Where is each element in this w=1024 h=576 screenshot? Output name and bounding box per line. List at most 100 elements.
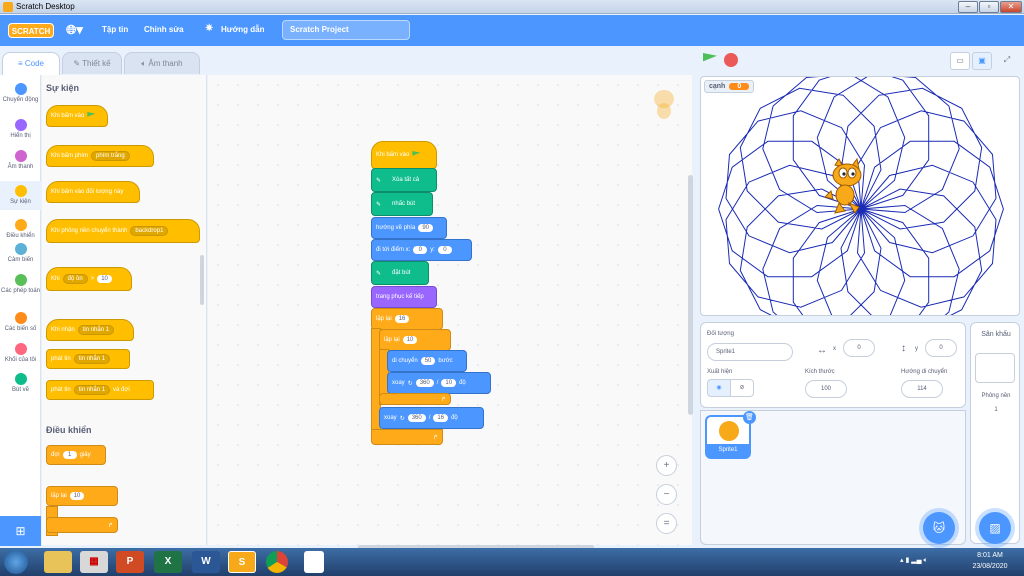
size-input[interactable]: 100 xyxy=(805,380,847,398)
script-pen-down[interactable]: ✎ đặt bút xyxy=(371,261,429,285)
loop-arrow-icon: ↱ xyxy=(440,396,446,403)
y-input[interactable]: 0 xyxy=(925,339,957,357)
script-repeat-inner[interactable]: lặp lại 10 xyxy=(379,329,451,351)
block-wait[interactable]: đợi 1 giây xyxy=(46,445,106,465)
file-explorer-icon[interactable] xyxy=(44,551,72,573)
category-events[interactable]: Sự kiện xyxy=(0,181,41,210)
add-extension-button[interactable]: ⊞ xyxy=(0,516,41,546)
zoom-reset-button[interactable]: = xyxy=(656,513,677,534)
menu-edit[interactable]: Chỉnh sửa xyxy=(144,25,184,34)
category-control[interactable]: Điều khiển xyxy=(0,219,41,240)
loop-arrow-icon: ↱ xyxy=(432,434,438,441)
sprite-name-input[interactable]: Sprite1 xyxy=(707,343,793,361)
block-palette: Sự kiện Khi bấm vào Khi bấm phím phím trắ… xyxy=(42,75,207,545)
rotate-right-icon: ↻ xyxy=(407,380,413,387)
block-repeat-foot: ↱ xyxy=(46,517,118,533)
stage-panel-title: Sân khấu xyxy=(981,331,1011,338)
clock-date[interactable]: 23/08/2020 xyxy=(962,563,1018,570)
sprite-label: Đối tượng xyxy=(707,331,734,337)
scratch-taskbar-icon[interactable]: S xyxy=(228,551,256,573)
paint-icon[interactable]: ▦ xyxy=(80,551,108,573)
block-when-sprite-clicked[interactable]: Khi bấm vào đối tượng này xyxy=(46,181,140,203)
control-heading: Điều khiển xyxy=(46,425,92,435)
clock-time[interactable]: 8:01 AM xyxy=(962,552,1018,559)
normal-stage-button[interactable]: ▣ xyxy=(972,52,992,70)
script-turn-right-inner[interactable]: xoay ↻ 360/10 độ xyxy=(387,372,491,394)
script-pen-clear[interactable]: ✎ Xóa tất cả xyxy=(371,168,437,192)
zoom-out-button[interactable]: − xyxy=(656,484,677,505)
code-icon: ≡ xyxy=(17,59,25,68)
block-repeat[interactable]: lặp lại 10 xyxy=(46,486,118,506)
tab-costumes[interactable]: ✎ Thiết kế xyxy=(62,52,122,74)
menu-tutorials[interactable]: Hướng dẫn xyxy=(221,25,264,34)
script-pen-up[interactable]: ✎ nhấc bút xyxy=(371,192,433,216)
script-go-to-xy[interactable]: đi tới điểm x: 0 y: 0 xyxy=(371,239,472,261)
tab-sounds[interactable]: 🔈︎ Âm thanh xyxy=(124,52,200,74)
script-turn-right-outer[interactable]: xoay ↻ 360/16 độ xyxy=(379,407,484,429)
block-broadcast[interactable]: phát tin tin nhắn 1 xyxy=(46,349,130,369)
events-heading: Sự kiện xyxy=(46,83,80,93)
start-button[interactable] xyxy=(4,550,28,574)
show-visible-button[interactable]: ◉ xyxy=(707,379,731,397)
minimize-button[interactable]: – xyxy=(958,1,978,13)
block-when-flag-clicked[interactable]: Khi bấm vào xyxy=(46,105,108,127)
category-sound[interactable]: Âm thanh xyxy=(0,150,41,171)
powerpoint-icon[interactable]: P xyxy=(116,551,144,573)
word-icon[interactable]: W xyxy=(192,551,220,573)
script-when-flag-clicked[interactable]: Khi bấm vào xyxy=(371,141,437,169)
script-area[interactable] xyxy=(208,75,693,549)
direction-input[interactable]: 114 xyxy=(901,380,943,398)
script-scrollbar-vertical[interactable] xyxy=(688,175,693,415)
choose-backdrop-button[interactable]: ▨ xyxy=(979,512,1011,544)
script-point-direction[interactable]: hướng về phía 90 xyxy=(371,217,447,239)
notepad-icon[interactable] xyxy=(304,551,324,573)
menu-file[interactable]: Tập tin xyxy=(102,25,128,34)
size-label: Kích thước xyxy=(805,369,835,375)
script-next-costume[interactable]: trang phục kế tiếp xyxy=(371,286,437,308)
backdrop-thumbnail[interactable] xyxy=(975,353,1015,383)
category-motion[interactable]: Chuyển động xyxy=(0,83,41,104)
green-flag-button[interactable] xyxy=(703,53,717,67)
cat-add-icon: 🐱︎ xyxy=(932,521,946,535)
taskbar: ▦ P X W S ▴ ▮ ▂▄ 🔈︎ 8:01 AM 23/08/2020 xyxy=(0,548,1024,576)
x-input[interactable]: 0 xyxy=(843,339,875,357)
small-stage-button[interactable]: ▭ xyxy=(950,52,970,70)
tray-icons[interactable]: ▴ ▮ ▂▄ 🔈︎ xyxy=(900,556,928,565)
block-when-backdrop-switches[interactable]: Khi phông nền chuyển thành backdrop1 xyxy=(46,219,200,243)
sprite-info-panel: Đối tượng Sprite1 ↔ x 0 ↕ y 0 Xuất hiện … xyxy=(700,322,966,408)
excel-icon[interactable]: X xyxy=(154,551,182,573)
block-broadcast-and-wait[interactable]: phát tin tin nhắn 1 và đợi xyxy=(46,380,154,400)
chrome-icon[interactable] xyxy=(266,551,288,573)
category-sensing[interactable]: Cảm biến xyxy=(0,243,41,264)
project-title-input[interactable]: Scratch Project xyxy=(282,20,410,40)
category-pen[interactable]: Bút vẽ xyxy=(0,373,41,394)
category-operators[interactable]: Các phép toán xyxy=(0,274,41,295)
cat-sprite[interactable] xyxy=(821,157,871,217)
block-when-key-pressed[interactable]: Khi bấm phím phím trắng xyxy=(46,145,154,167)
close-button[interactable]: ✕ xyxy=(1000,1,1022,13)
choose-sprite-button[interactable]: 🐱︎ xyxy=(923,512,955,544)
block-when-receive[interactable]: Khi nhận tin nhắn 1 xyxy=(46,319,134,341)
category-variables[interactable]: Các biến số xyxy=(0,312,41,333)
script-repeat-inner-foot: ↱ xyxy=(379,393,451,405)
scratch-logo[interactable]: SCRATCH xyxy=(8,23,54,38)
globe-icon[interactable]: 🌐︎▾ xyxy=(66,22,83,38)
block-when-loudness[interactable]: Khi độ ồn >10 xyxy=(46,267,132,291)
fullscreen-button[interactable]: ⤢ xyxy=(997,52,1017,70)
cat-thumbnail-icon xyxy=(719,421,739,441)
palette-scrollbar[interactable] xyxy=(200,255,204,305)
category-looks[interactable]: Hiển thị xyxy=(0,119,41,140)
sprite-thumbnail[interactable]: Sprite1 🗑︎ xyxy=(705,411,756,459)
tab-code[interactable]: ≡ Code xyxy=(2,52,60,75)
direction-label: Hướng di chuyển xyxy=(901,369,948,375)
pen-icon: ✎ xyxy=(376,270,382,277)
category-my-blocks[interactable]: Khối của tôi xyxy=(0,343,41,364)
delete-sprite-icon[interactable]: 🗑︎ xyxy=(743,411,756,424)
maximize-button[interactable]: ▫ xyxy=(979,1,999,13)
zoom-in-button[interactable]: + xyxy=(656,455,677,476)
stop-button[interactable] xyxy=(724,53,738,67)
show-hidden-button[interactable]: ⊘ xyxy=(730,379,754,397)
script-move-steps[interactable]: di chuyển 50 bước xyxy=(387,350,467,372)
script-repeat-outer[interactable]: lặp lại 16 xyxy=(371,308,443,330)
stage[interactable] xyxy=(700,76,1020,316)
